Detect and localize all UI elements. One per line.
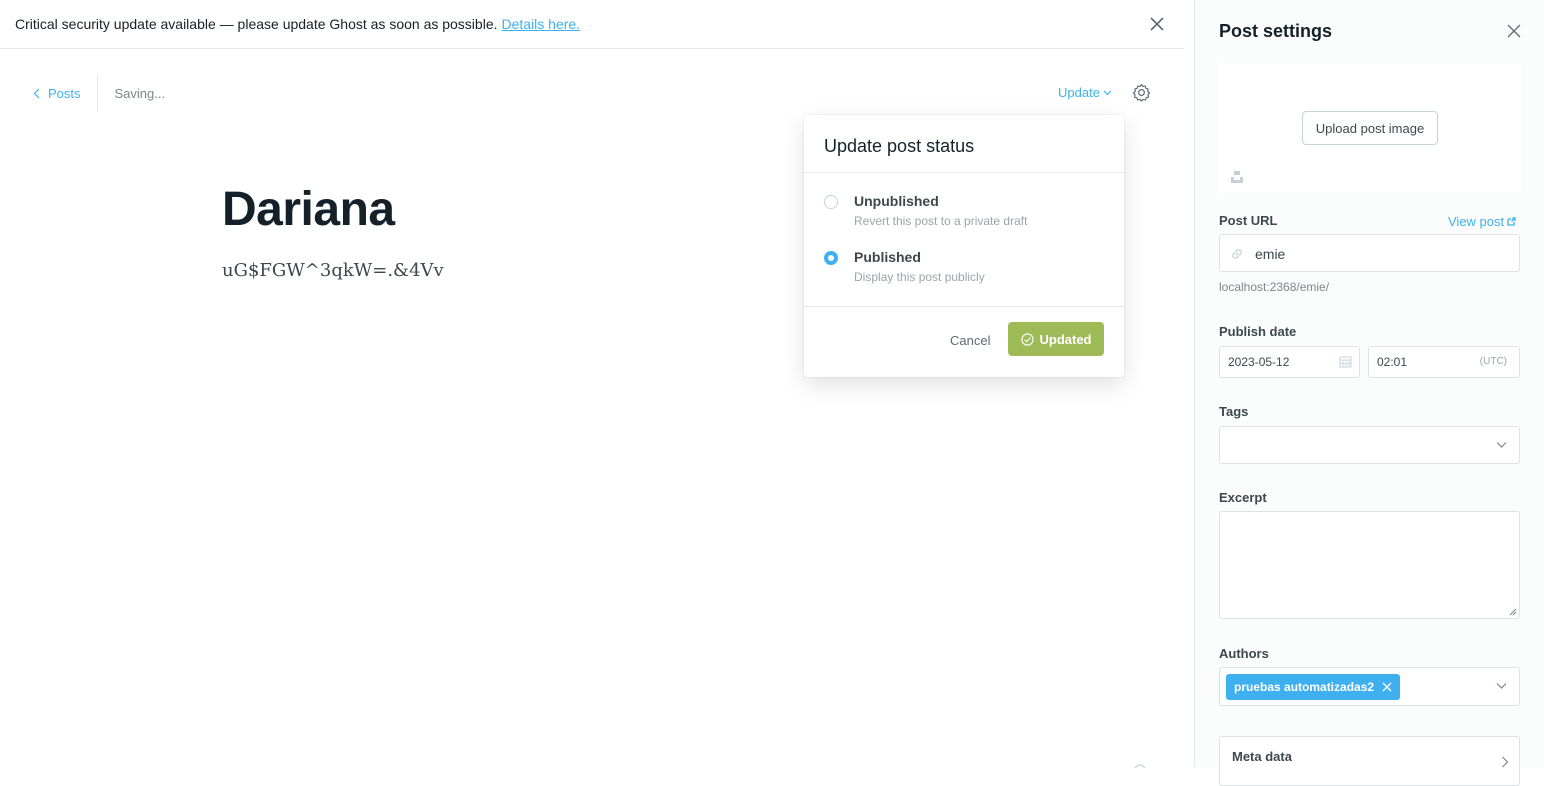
banner-message: Critical security update available — ple… — [15, 16, 580, 32]
timezone-label: (UTC) — [1479, 356, 1507, 367]
editor-main: Critical security update available — ple… — [0, 0, 1184, 769]
updated-button[interactable]: Updated — [1008, 322, 1104, 356]
link-icon — [1232, 249, 1242, 259]
chevron-down-icon — [1103, 90, 1112, 95]
close-icon[interactable] — [1148, 15, 1166, 33]
author-chip[interactable]: pruebas automatizadas2 — [1226, 674, 1401, 700]
excerpt-label: Excerpt — [1219, 490, 1267, 505]
update-label: Update — [1058, 85, 1100, 100]
option-label: Unpublished — [854, 193, 939, 209]
meta-data-section[interactable]: Meta data — [1219, 736, 1520, 786]
view-post-label: View post — [1448, 214, 1505, 229]
banner-text: Critical security update available — ple… — [15, 16, 498, 32]
author-name: pruebas automatizadas2 — [1234, 680, 1375, 694]
external-link-icon — [1507, 217, 1516, 226]
security-banner: Critical security update available — ple… — [0, 0, 1184, 49]
authors-label: Authors — [1219, 646, 1269, 661]
save-status: Saving... — [114, 85, 166, 101]
publish-date-label: Publish date — [1219, 324, 1297, 339]
card-menu-icon — [1134, 764, 1146, 769]
popover-title: Update post status — [824, 136, 975, 156]
panel-title: Post settings — [1219, 21, 1333, 41]
meta-data-label: Meta data — [1232, 749, 1292, 764]
remove-author-icon[interactable] — [1382, 682, 1392, 692]
chevron-right-icon — [1502, 756, 1509, 768]
toolbar-divider — [96, 74, 98, 112]
popover-divider — [804, 172, 1124, 173]
calendar-icon[interactable] — [1339, 355, 1352, 368]
post-body[interactable]: uG$FGW^3qkW=.&4Vv — [222, 260, 444, 281]
tags-label: Tags — [1219, 404, 1249, 419]
post-url-value: emie — [1255, 246, 1286, 262]
update-menu-trigger[interactable]: Update — [1058, 85, 1112, 100]
post-url-label: Post URL — [1219, 213, 1278, 228]
chevron-down-icon — [1496, 442, 1507, 448]
excerpt-textarea[interactable] — [1219, 511, 1520, 619]
publish-date-value: 2023-05-12 — [1228, 355, 1290, 369]
cancel-button[interactable]: Cancel — [950, 333, 990, 348]
tags-input[interactable] — [1219, 426, 1520, 464]
post-settings-panel: Post settings Upload post image Post URL… — [1194, 0, 1544, 786]
popover-divider — [804, 306, 1124, 307]
option-description: Revert this post to a private draft — [854, 214, 1028, 228]
close-icon[interactable] — [1507, 24, 1521, 38]
option-description: Display this post publicly — [854, 270, 985, 284]
editor-toolbar: Posts Saving... — [33, 74, 166, 112]
chevron-down-icon — [1496, 683, 1507, 689]
publish-time-input[interactable]: 02:01 (UTC) — [1368, 346, 1520, 378]
resize-grip-icon[interactable] — [1509, 608, 1517, 616]
upload-post-image-button[interactable]: Upload post image — [1302, 111, 1438, 145]
unsplash-icon[interactable] — [1230, 170, 1244, 184]
post-url-input[interactable]: emie — [1219, 234, 1520, 272]
chevron-left-icon — [33, 88, 40, 98]
radio-published[interactable] — [824, 251, 838, 265]
banner-details-link[interactable]: Details here. — [502, 16, 581, 32]
back-label: Posts — [48, 85, 81, 101]
gear-icon[interactable] — [1132, 83, 1151, 102]
update-status-popover: Update post status Unpublished Revert th… — [804, 115, 1124, 377]
check-circle-icon — [1020, 332, 1034, 346]
post-title[interactable]: Dariana — [222, 182, 395, 237]
publish-date-input[interactable]: 2023-05-12 — [1219, 346, 1360, 378]
post-image-box: Upload post image — [1219, 63, 1521, 193]
publish-time-value: 02:01 — [1377, 355, 1408, 369]
back-to-posts-link[interactable]: Posts — [33, 86, 97, 101]
authors-input[interactable]: pruebas automatizadas2 — [1219, 667, 1520, 706]
view-post-link[interactable]: View post — [1448, 214, 1516, 229]
radio-unpublished[interactable] — [824, 195, 838, 209]
updated-label: Updated — [1039, 331, 1092, 347]
post-url-preview: localhost:2368/emie/ — [1219, 280, 1330, 294]
option-label: Published — [854, 249, 921, 265]
